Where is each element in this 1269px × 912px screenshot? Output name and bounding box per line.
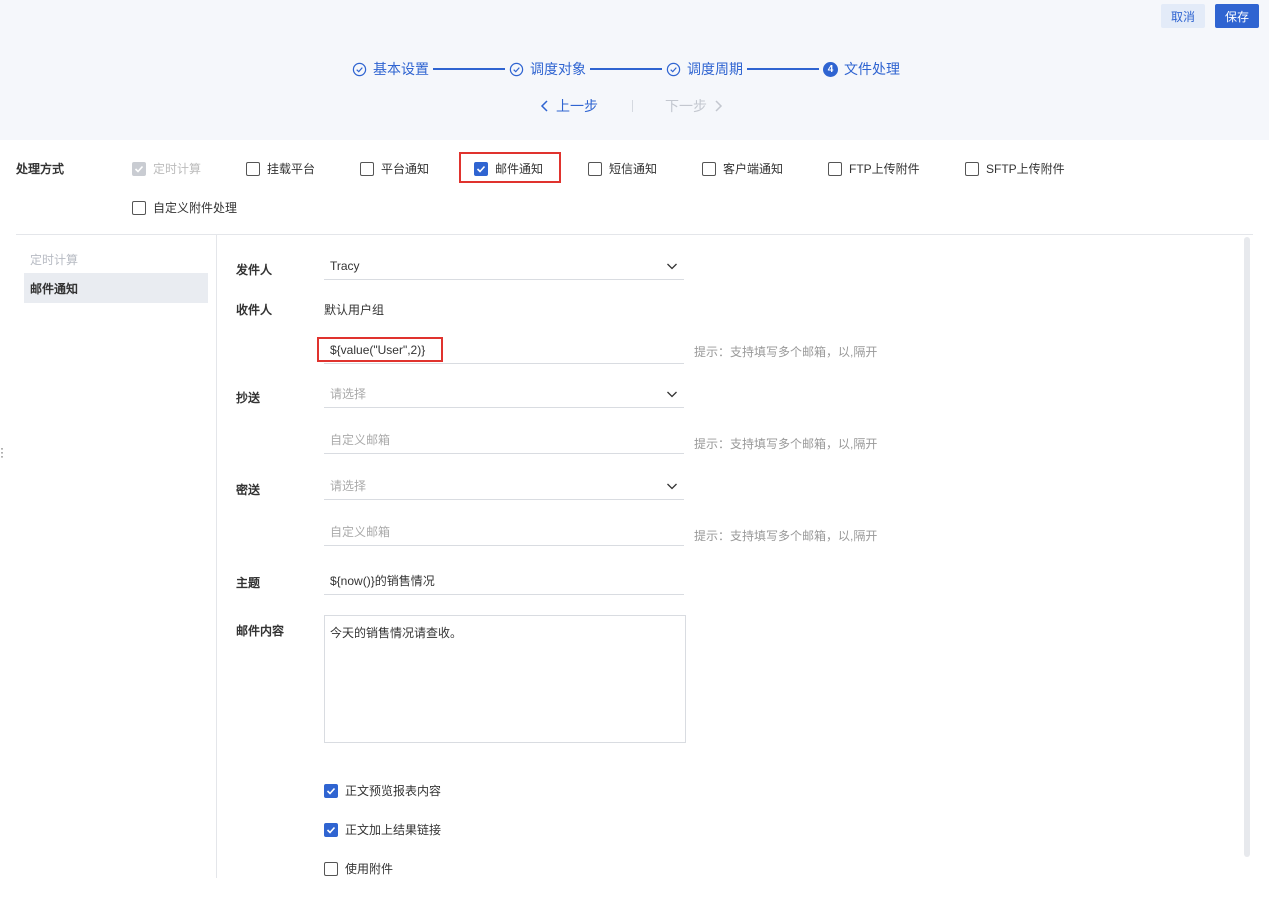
option-client-notify[interactable]: 客户端通知	[702, 160, 783, 177]
checkbox-icon	[965, 161, 979, 176]
panel-divider	[216, 235, 217, 878]
option-ftp-upload[interactable]: FTP上传附件	[828, 160, 920, 177]
check-circle-icon	[509, 62, 524, 76]
option-label: FTP上传附件	[849, 162, 920, 176]
bcc-hint: 提示：支持填写多个邮箱，以,隔开	[694, 529, 878, 543]
checkbox-icon	[324, 861, 338, 876]
method-label: 处理方式	[16, 162, 65, 176]
option-platform-notify[interactable]: 平台通知	[360, 160, 429, 177]
step-connector	[590, 68, 662, 70]
content-label: 邮件内容	[236, 624, 285, 638]
subject-input[interactable]: ${now()}的销售情况	[324, 567, 684, 595]
cc-custom-input[interactable]: 自定义邮箱	[324, 426, 684, 454]
scrollbar[interactable]	[1244, 237, 1250, 857]
subject-label: 主题	[236, 576, 261, 590]
option-sms-notify[interactable]: 短信通知	[588, 160, 657, 177]
bcc-custom-placeholder: 自定义邮箱	[330, 525, 391, 539]
option-sftp-upload[interactable]: SFTP上传附件	[965, 160, 1065, 177]
cc-hint: 提示：支持填写多个邮箱，以,隔开	[694, 437, 878, 451]
next-step-button[interactable]: 下一步	[665, 96, 723, 116]
checkbox-icon	[132, 200, 146, 215]
toolbar: 取消 保存	[1160, 4, 1259, 28]
cancel-button[interactable]: 取消	[1160, 4, 1205, 28]
step-file-processing[interactable]: 4 文件处理	[823, 59, 900, 79]
checkbox-icon	[246, 161, 260, 176]
left-panel-title[interactable]: 定时计算	[30, 251, 78, 268]
subject-value: ${now()}的销售情况	[330, 574, 435, 588]
option-result-link[interactable]: 正文加上结果链接	[324, 821, 441, 838]
option-label: 挂载平台	[267, 162, 316, 176]
option-label: SFTP上传附件	[986, 162, 1065, 176]
step-connector	[433, 68, 505, 70]
option-label: 邮件通知	[495, 162, 544, 176]
prev-step-label: 上一步	[556, 98, 598, 114]
bcc-select[interactable]: 请选择	[324, 472, 684, 500]
chevron-down-icon	[667, 263, 677, 270]
highlight-frame	[317, 337, 443, 362]
checkbox-icon	[360, 161, 374, 176]
option-label: 自定义附件处理	[153, 201, 238, 215]
option-label: 短信通知	[609, 162, 658, 176]
page: 取消 保存 基本设置 调度对象 调度周期 4 文件处理 上一步 下一步 处理方式…	[0, 0, 1269, 912]
step-number: 4	[823, 61, 838, 77]
step-schedule-period[interactable]: 调度周期	[666, 59, 743, 79]
option-mount-platform[interactable]: 挂载平台	[246, 160, 315, 177]
option-label: 客户端通知	[723, 162, 784, 176]
recipient-hint: 提示：支持填写多个邮箱，以,隔开	[694, 345, 878, 359]
recipient-label: 收件人	[236, 303, 273, 317]
step-label: 调度周期	[687, 61, 743, 77]
drag-handle-icon[interactable]: · · ·	[0, 442, 4, 462]
option-email-notify[interactable]: 邮件通知	[474, 160, 543, 177]
prev-step-button[interactable]: 上一步	[540, 96, 598, 116]
next-step-label: 下一步	[665, 98, 707, 114]
checkbox-checked-icon	[324, 783, 338, 798]
checkbox-icon	[702, 161, 716, 176]
sender-value: Tracy	[330, 258, 360, 273]
option-label: 正文预览报表内容	[345, 784, 442, 798]
step-schedule-object[interactable]: 调度对象	[509, 59, 586, 79]
bcc-custom-input[interactable]: 自定义邮箱	[324, 518, 684, 546]
option-label: 使用附件	[345, 862, 394, 876]
recipient-group: 默认用户组	[324, 303, 385, 317]
save-button[interactable]: 保存	[1214, 4, 1259, 28]
option-label: 平台通知	[381, 162, 430, 176]
left-panel-item-email[interactable]: 邮件通知	[24, 273, 208, 303]
chevron-right-icon	[715, 100, 723, 112]
option-preview-report[interactable]: 正文预览报表内容	[324, 782, 441, 799]
step-label: 基本设置	[373, 61, 429, 77]
option-scheduled-calc[interactable]: 定时计算	[132, 160, 201, 177]
option-custom-attachment[interactable]: 自定义附件处理	[132, 199, 237, 216]
step-label: 文件处理	[844, 61, 900, 77]
step-basic-settings[interactable]: 基本设置	[352, 59, 429, 79]
chevron-left-icon	[540, 100, 548, 112]
wizard-steps: 基本设置 调度对象 调度周期 4 文件处理	[352, 60, 900, 78]
cc-label: 抄送	[236, 391, 261, 405]
checkbox-checked-icon	[324, 822, 338, 837]
pager-divider	[632, 100, 633, 112]
cc-placeholder: 请选择	[330, 387, 367, 401]
cc-select[interactable]: 请选择	[324, 380, 684, 408]
checkbox-icon	[828, 161, 842, 176]
check-circle-icon	[352, 62, 367, 76]
chevron-down-icon	[667, 391, 677, 398]
pager: 上一步 下一步	[540, 96, 723, 116]
cc-custom-placeholder: 自定义邮箱	[330, 433, 391, 447]
checkbox-icon	[588, 161, 602, 176]
content-textarea[interactable]: 今天的销售情况请查收。	[324, 615, 686, 743]
section-divider	[16, 234, 1253, 235]
sender-label: 发件人	[236, 263, 273, 277]
checkbox-checked-icon	[474, 161, 488, 176]
step-label: 调度对象	[530, 61, 586, 77]
option-use-attachment[interactable]: 使用附件	[324, 860, 393, 877]
bcc-label: 密送	[236, 483, 261, 497]
option-label: 定时计算	[153, 162, 202, 176]
sender-select[interactable]: Tracy	[324, 252, 684, 280]
step-connector	[747, 68, 819, 70]
check-circle-icon	[666, 62, 681, 76]
bcc-placeholder: 请选择	[330, 479, 367, 493]
chevron-down-icon	[667, 483, 677, 490]
option-label: 正文加上结果链接	[345, 823, 442, 837]
checkbox-checked-icon	[132, 161, 146, 176]
